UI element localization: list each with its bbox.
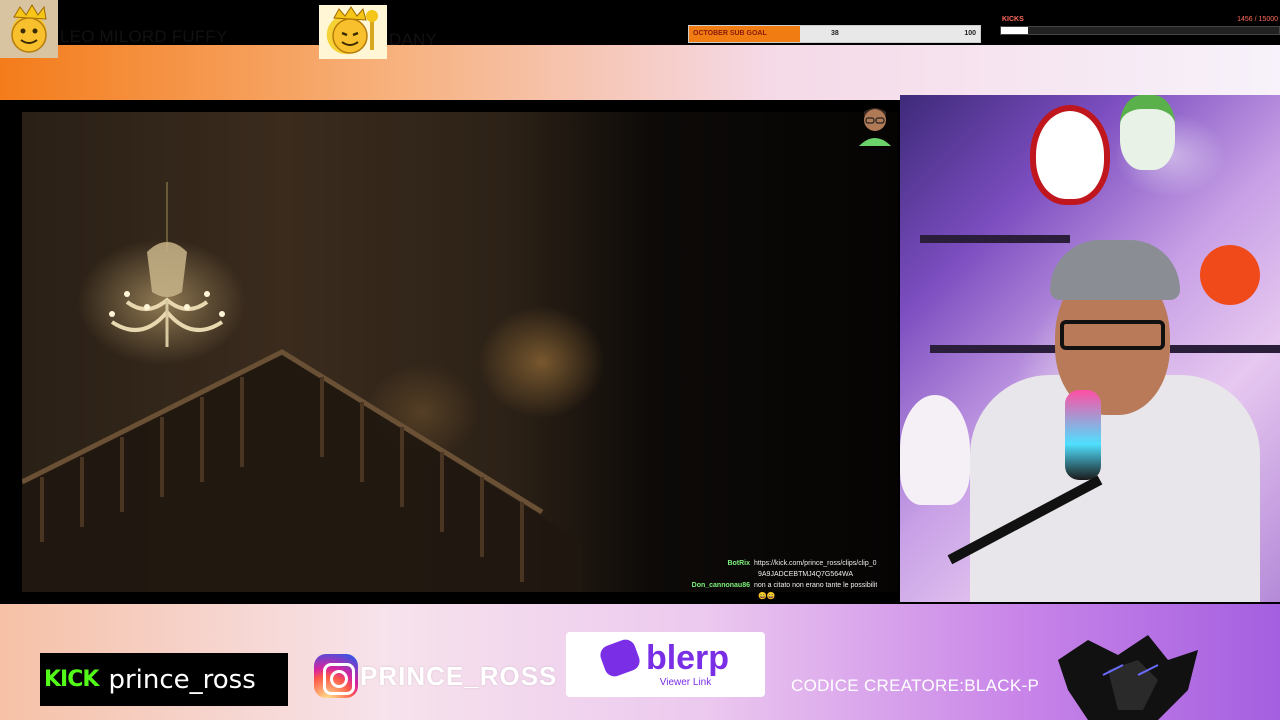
black-panther-icon	[1058, 635, 1198, 720]
chat-text: non a citato non erano tante le possibil…	[754, 582, 878, 589]
bottom-bar: KICK prince_ross PRINCE_ROSS blerp Viewe…	[0, 604, 1280, 720]
presenter-avatar-icon	[856, 102, 894, 146]
staircase-railing	[22, 349, 582, 592]
kicks-label: KICKS	[1002, 16, 1024, 23]
instagram-icon	[314, 654, 358, 698]
kicks-progress-track	[1000, 26, 1280, 35]
kick-channel-badge[interactable]: KICK prince_ross	[40, 653, 288, 706]
sub-goal-current: 38	[831, 30, 839, 37]
chat-text[interactable]: https://kick.com/prince_ross/clips/clip_…	[754, 558, 877, 569]
chandelier-icon	[109, 182, 225, 347]
kicks-goal: KICKS 1456 / 15000	[1000, 14, 1280, 38]
chat-message: BotRix https://kick.com/prince_ross/clip…	[680, 558, 898, 569]
pumpkin-balloon	[1200, 245, 1260, 305]
ghost-balloon	[1030, 105, 1110, 205]
viewer-avatar-king-emoji	[319, 5, 387, 59]
chat-message: Don_cannonau86 non a citato non erano ta…	[680, 580, 898, 591]
kicks-progress-fill	[1001, 27, 1028, 34]
instagram-badge[interactable]: PRINCE_ROSS	[314, 654, 557, 698]
kicks-count: 1456 / 15000	[1237, 16, 1278, 23]
shelf	[930, 345, 1060, 353]
webcam-feed	[900, 95, 1280, 602]
kick-logo: KICK	[44, 667, 99, 692]
kick-handle: prince_ross	[108, 664, 256, 695]
chat-emotes: 😄😄	[758, 593, 776, 600]
shelf	[920, 235, 1070, 243]
viewer-name: LEO MILORD FUFFY	[60, 27, 228, 46]
chat-username: Don_cannonau86	[691, 582, 750, 589]
blerp-logo-icon	[597, 636, 643, 680]
chat-message: 9A9JADCEBTMJ4Q7G564WA	[680, 569, 898, 580]
shelf	[1170, 345, 1280, 353]
game-scene-mansion-stairs	[22, 112, 898, 592]
sub-goal-target: 100	[964, 30, 976, 37]
top-bar: LEO MILORD FUFFY DANY OCTOBER SUB GOAL 3…	[0, 0, 1280, 100]
game-capture: BotRix https://kick.com/prince_ross/clip…	[0, 100, 898, 604]
creator-code: CODICE CREATORE:BLACK-P	[791, 676, 1040, 695]
sub-goal-bar: OCTOBER SUB GOAL 38 100	[688, 25, 981, 43]
ghost-decoration	[900, 395, 970, 505]
sub-goal-label: OCTOBER SUB GOAL	[693, 30, 767, 37]
blerp-viewer-link[interactable]: blerp Viewer Link	[566, 632, 765, 697]
chat-overlay: BotRix https://kick.com/prince_ross/clip…	[680, 558, 898, 604]
blerp-subtitle: Viewer Link	[659, 677, 712, 688]
streamer-glasses	[1060, 320, 1165, 350]
blerp-brand: blerp	[645, 639, 730, 677]
streamer-cap	[1050, 240, 1180, 300]
joker-mask	[1120, 95, 1175, 170]
chat-username: BotRix	[727, 560, 750, 567]
microphone-icon	[1065, 390, 1101, 480]
viewer-name: DANY	[389, 30, 438, 49]
chat-message: 😄😄	[680, 591, 898, 602]
viewer-avatar-crown-emoji	[0, 0, 58, 58]
instagram-handle: PRINCE_ROSS	[360, 660, 558, 691]
chat-text: 9A9JADCEBTMJ4Q7G564WA	[758, 571, 854, 578]
